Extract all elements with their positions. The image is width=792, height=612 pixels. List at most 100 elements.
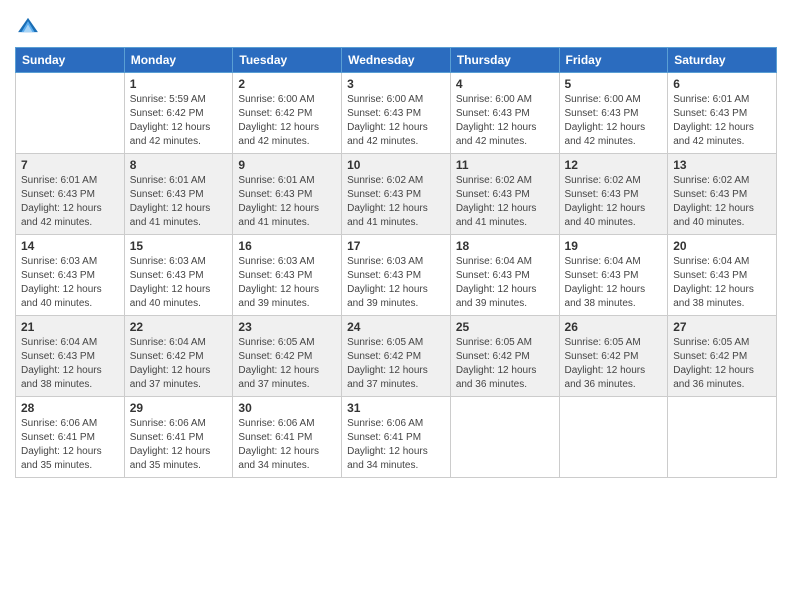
day-info: Sunrise: 6:00 AMSunset: 6:43 PMDaylight:… (565, 93, 663, 149)
day-number: 14 (21, 239, 119, 253)
day-cell: 25 Sunrise: 6:05 AMSunset: 6:42 PMDayligh… (450, 316, 559, 397)
day-cell: 9 Sunrise: 6:01 AMSunset: 6:43 PMDaylight… (233, 154, 342, 235)
day-info: Sunrise: 6:06 AMSunset: 6:41 PMDaylight:… (21, 417, 119, 473)
day-number: 2 (238, 77, 336, 91)
day-info: Sunrise: 6:00 AMSunset: 6:43 PMDaylight:… (347, 93, 445, 149)
day-info: Sunrise: 6:00 AMSunset: 6:42 PMDaylight:… (238, 93, 336, 149)
day-cell (668, 397, 777, 478)
day-info: Sunrise: 6:04 AMSunset: 6:42 PMDaylight:… (130, 336, 228, 392)
day-cell: 12 Sunrise: 6:02 AMSunset: 6:43 PMDayligh… (559, 154, 668, 235)
day-number: 7 (21, 158, 119, 172)
day-cell: 3 Sunrise: 6:00 AMSunset: 6:43 PMDaylight… (342, 73, 451, 154)
day-info: Sunrise: 6:02 AMSunset: 6:43 PMDaylight:… (347, 174, 445, 230)
weekday-header-saturday: Saturday (668, 48, 777, 73)
day-info: Sunrise: 6:01 AMSunset: 6:43 PMDaylight:… (21, 174, 119, 230)
day-cell: 13 Sunrise: 6:02 AMSunset: 6:43 PMDayligh… (668, 154, 777, 235)
day-number: 5 (565, 77, 663, 91)
day-number: 26 (565, 320, 663, 334)
week-row-1: 1 Sunrise: 5:59 AMSunset: 6:42 PMDaylight… (16, 73, 777, 154)
day-info: Sunrise: 6:05 AMSunset: 6:42 PMDaylight:… (456, 336, 554, 392)
day-number: 23 (238, 320, 336, 334)
day-cell: 18 Sunrise: 6:04 AMSunset: 6:43 PMDayligh… (450, 235, 559, 316)
day-cell: 14 Sunrise: 6:03 AMSunset: 6:43 PMDayligh… (16, 235, 125, 316)
day-number: 19 (565, 239, 663, 253)
day-info: Sunrise: 6:06 AMSunset: 6:41 PMDaylight:… (347, 417, 445, 473)
day-cell (450, 397, 559, 478)
day-number: 11 (456, 158, 554, 172)
logo (15, 14, 39, 41)
weekday-header-sunday: Sunday (16, 48, 125, 73)
weekday-header-row: SundayMondayTuesdayWednesdayThursdayFrid… (16, 48, 777, 73)
day-cell: 28 Sunrise: 6:06 AMSunset: 6:41 PMDayligh… (16, 397, 125, 478)
day-cell: 23 Sunrise: 6:05 AMSunset: 6:42 PMDayligh… (233, 316, 342, 397)
day-number: 1 (130, 77, 228, 91)
day-info: Sunrise: 6:04 AMSunset: 6:43 PMDaylight:… (21, 336, 119, 392)
logo-icon (17, 14, 39, 36)
day-cell: 30 Sunrise: 6:06 AMSunset: 6:41 PMDayligh… (233, 397, 342, 478)
week-row-3: 14 Sunrise: 6:03 AMSunset: 6:43 PMDayligh… (16, 235, 777, 316)
day-number: 28 (21, 401, 119, 415)
day-info: Sunrise: 6:00 AMSunset: 6:43 PMDaylight:… (456, 93, 554, 149)
day-cell: 29 Sunrise: 6:06 AMSunset: 6:41 PMDayligh… (124, 397, 233, 478)
day-number: 13 (673, 158, 771, 172)
day-cell: 6 Sunrise: 6:01 AMSunset: 6:43 PMDaylight… (668, 73, 777, 154)
header (15, 10, 777, 41)
day-number: 16 (238, 239, 336, 253)
day-info: Sunrise: 6:04 AMSunset: 6:43 PMDaylight:… (673, 255, 771, 311)
day-number: 27 (673, 320, 771, 334)
day-cell: 16 Sunrise: 6:03 AMSunset: 6:43 PMDayligh… (233, 235, 342, 316)
day-number: 18 (456, 239, 554, 253)
day-info: Sunrise: 6:05 AMSunset: 6:42 PMDaylight:… (673, 336, 771, 392)
day-cell: 8Sunrise: 6:01 AMSunset: 6:43 PMDaylight… (124, 154, 233, 235)
day-cell: 27 Sunrise: 6:05 AMSunset: 6:42 PMDayligh… (668, 316, 777, 397)
day-number: 6 (673, 77, 771, 91)
week-row-2: 7 Sunrise: 6:01 AMSunset: 6:43 PMDaylight… (16, 154, 777, 235)
day-cell: 4Sunrise: 6:00 AMSunset: 6:43 PMDaylight… (450, 73, 559, 154)
day-cell: 10Sunrise: 6:02 AMSunset: 6:43 PMDayligh… (342, 154, 451, 235)
day-cell: 7 Sunrise: 6:01 AMSunset: 6:43 PMDaylight… (16, 154, 125, 235)
day-info: Sunrise: 6:01 AMSunset: 6:43 PMDaylight:… (238, 174, 336, 230)
day-info: Sunrise: 6:06 AMSunset: 6:41 PMDaylight:… (130, 417, 228, 473)
day-info: Sunrise: 6:03 AMSunset: 6:43 PMDaylight:… (347, 255, 445, 311)
day-info: Sunrise: 6:02 AMSunset: 6:43 PMDaylight:… (565, 174, 663, 230)
day-info: Sunrise: 6:03 AMSunset: 6:43 PMDaylight:… (238, 255, 336, 311)
day-cell: 5 Sunrise: 6:00 AMSunset: 6:43 PMDaylight… (559, 73, 668, 154)
day-cell: 21 Sunrise: 6:04 AMSunset: 6:43 PMDayligh… (16, 316, 125, 397)
day-number: 15 (130, 239, 228, 253)
day-info: Sunrise: 6:06 AMSunset: 6:41 PMDaylight:… (238, 417, 336, 473)
day-cell (559, 397, 668, 478)
day-cell: 15Sunrise: 6:03 AMSunset: 6:43 PMDayligh… (124, 235, 233, 316)
day-number: 8 (130, 158, 228, 172)
day-number: 25 (456, 320, 554, 334)
day-cell: 19 Sunrise: 6:04 AMSunset: 6:43 PMDayligh… (559, 235, 668, 316)
day-info: Sunrise: 6:03 AMSunset: 6:43 PMDaylight:… (21, 255, 119, 311)
day-number: 12 (565, 158, 663, 172)
weekday-header-friday: Friday (559, 48, 668, 73)
day-number: 21 (21, 320, 119, 334)
day-info: Sunrise: 6:01 AMSunset: 6:43 PMDaylight:… (673, 93, 771, 149)
day-cell: 11 Sunrise: 6:02 AMSunset: 6:43 PMDayligh… (450, 154, 559, 235)
day-info: Sunrise: 6:05 AMSunset: 6:42 PMDaylight:… (238, 336, 336, 392)
day-number: 22 (130, 320, 228, 334)
day-info: Sunrise: 6:04 AMSunset: 6:43 PMDaylight:… (565, 255, 663, 311)
day-info: Sunrise: 6:05 AMSunset: 6:42 PMDaylight:… (347, 336, 445, 392)
day-cell: 1 Sunrise: 5:59 AMSunset: 6:42 PMDaylight… (124, 73, 233, 154)
weekday-header-tuesday: Tuesday (233, 48, 342, 73)
day-cell: 26Sunrise: 6:05 AMSunset: 6:42 PMDayligh… (559, 316, 668, 397)
day-cell: 24 Sunrise: 6:05 AMSunset: 6:42 PMDayligh… (342, 316, 451, 397)
day-cell: 31 Sunrise: 6:06 AMSunset: 6:41 PMDayligh… (342, 397, 451, 478)
day-number: 29 (130, 401, 228, 415)
weekday-header-wednesday: Wednesday (342, 48, 451, 73)
day-number: 31 (347, 401, 445, 415)
day-info: Sunrise: 6:04 AMSunset: 6:43 PMDaylight:… (456, 255, 554, 311)
week-row-4: 21 Sunrise: 6:04 AMSunset: 6:43 PMDayligh… (16, 316, 777, 397)
calendar-table: SundayMondayTuesdayWednesdayThursdayFrid… (15, 47, 777, 478)
day-number: 9 (238, 158, 336, 172)
day-info: Sunrise: 5:59 AMSunset: 6:42 PMDaylight:… (130, 93, 228, 149)
day-info: Sunrise: 6:02 AMSunset: 6:43 PMDaylight:… (456, 174, 554, 230)
day-number: 20 (673, 239, 771, 253)
day-number: 30 (238, 401, 336, 415)
day-number: 24 (347, 320, 445, 334)
day-number: 3 (347, 77, 445, 91)
day-info: Sunrise: 6:02 AMSunset: 6:43 PMDaylight:… (673, 174, 771, 230)
